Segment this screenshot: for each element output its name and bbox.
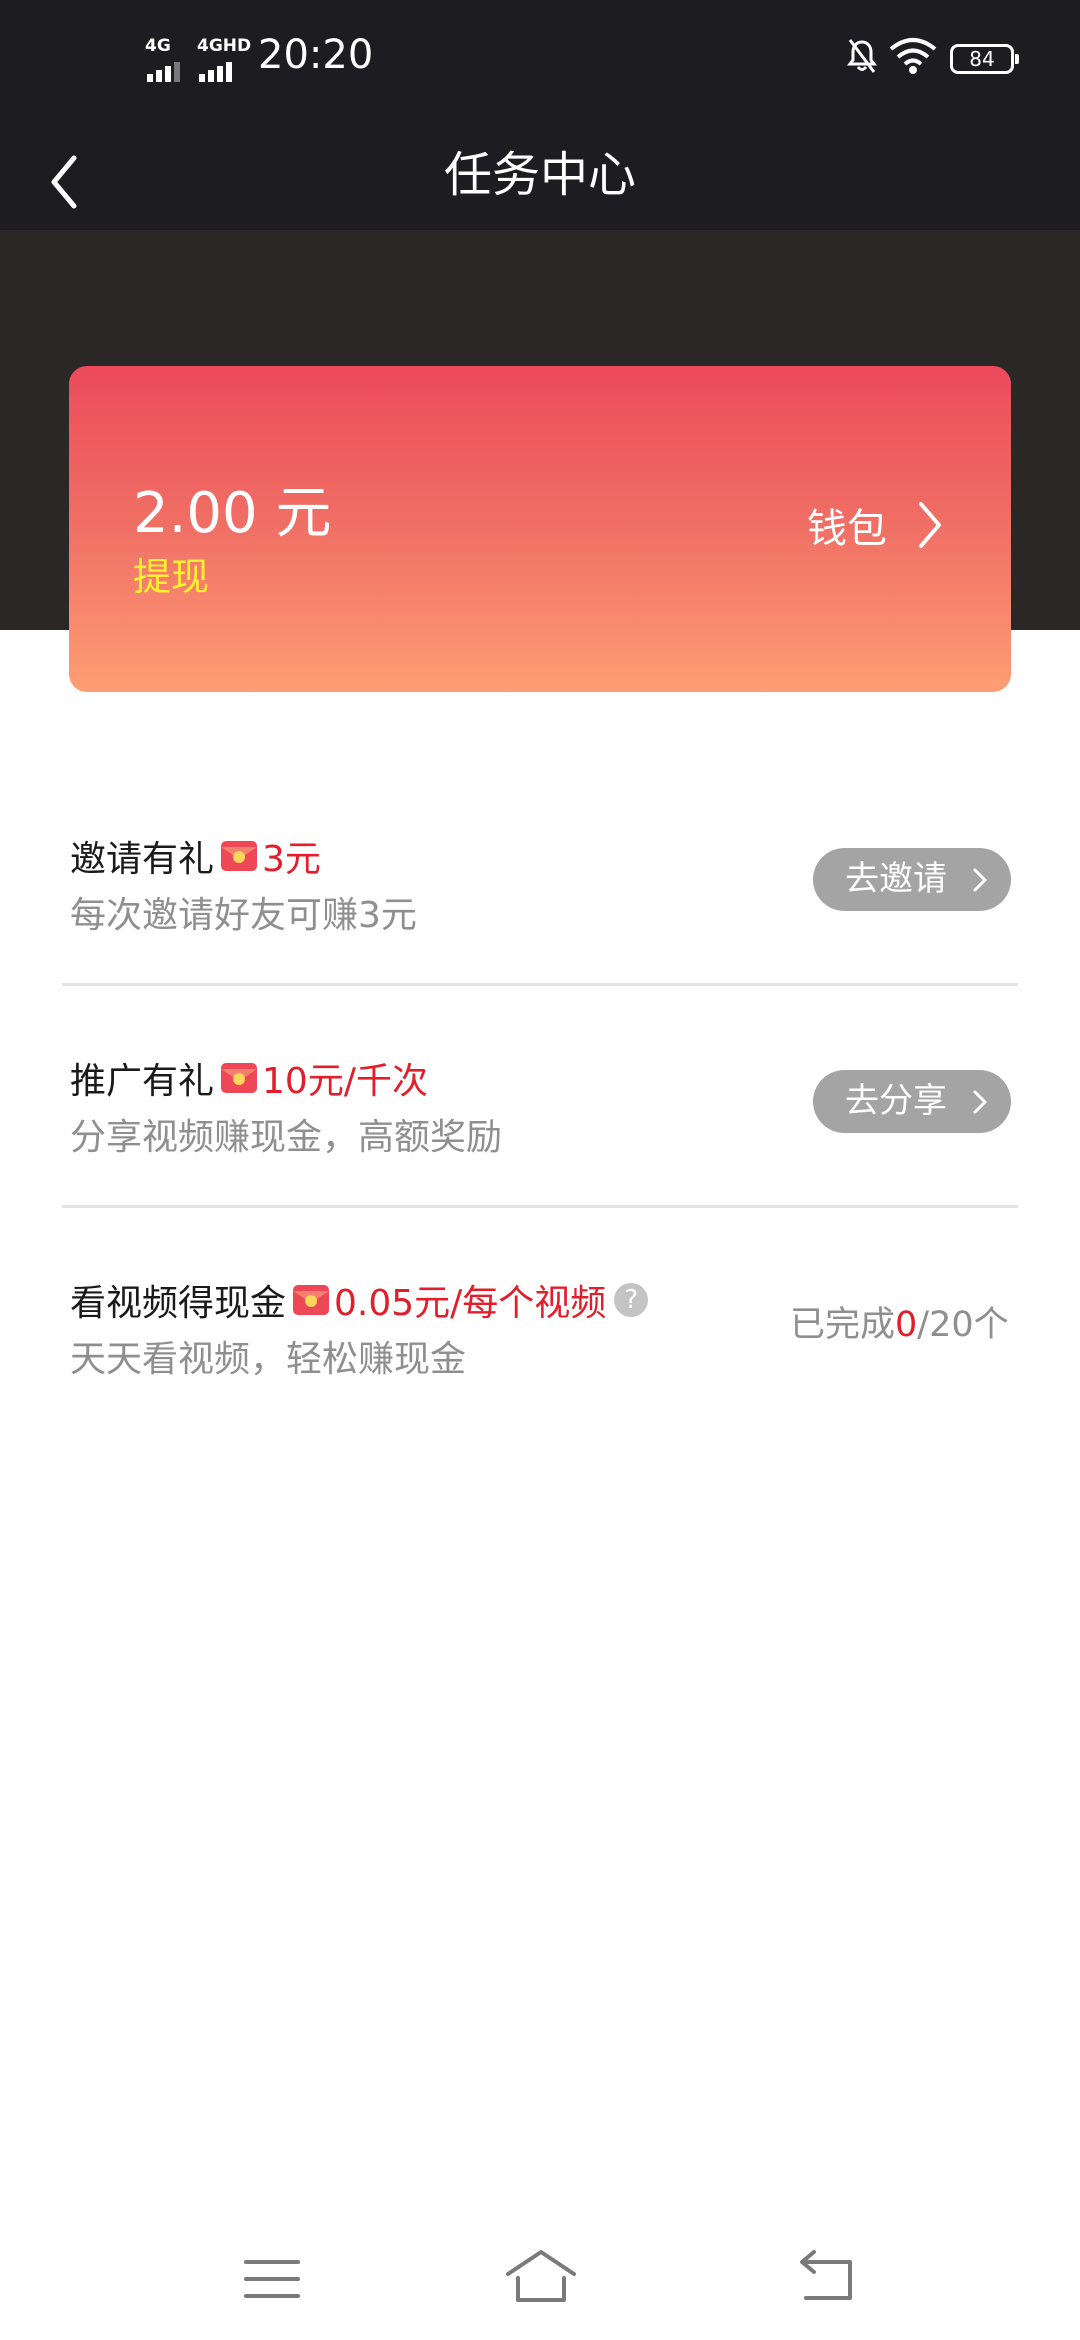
divider <box>62 1205 1018 1208</box>
task-description: 天天看视频，轻松赚现金 <box>70 1339 467 1380</box>
battery-indicator: 84 <box>950 44 1019 74</box>
divider <box>62 983 1018 986</box>
question-circle-icon[interactable]: ? <box>614 1283 649 1317</box>
share-button[interactable]: 去分享 <box>813 1070 1011 1133</box>
chevron-right-icon[interactable] <box>915 498 945 552</box>
balance-amount: 2.00 元 <box>133 481 332 546</box>
network-type-label: 4G <box>145 36 171 56</box>
menu-icon[interactable] <box>244 2256 300 2302</box>
task-description: 分享视频赚现金，高额奖励 <box>70 1117 503 1158</box>
invite-button-label: 去邀请 <box>845 859 947 899</box>
task-reward: 0.05元/每个视频 <box>334 1283 607 1324</box>
task-promote: 推广有礼 10元/千次 分享视频赚现金，高额奖励 去分享 <box>0 1052 1080 1202</box>
task-description: 每次邀请好友可赚3元 <box>70 895 417 936</box>
network-type-label: 4GHD <box>197 36 252 56</box>
task-title: 推广有礼 <box>70 1061 215 1102</box>
task-title-row: 推广有礼 10元/千次 <box>70 1052 428 1104</box>
status-time: 20:20 <box>258 32 374 78</box>
back-icon[interactable] <box>796 2250 854 2302</box>
system-navigation-bar <box>0 2220 1080 2340</box>
wallet-link[interactable]: 钱包 <box>807 496 887 554</box>
share-button-label: 去分享 <box>845 1081 947 1121</box>
task-title: 邀请有礼 <box>70 839 215 880</box>
task-title-row: 邀请有礼 3元 <box>70 830 321 882</box>
chevron-right-icon <box>973 1090 987 1114</box>
task-progress: 已完成0/20个 <box>790 1296 1009 1347</box>
header-bar: 任务中心 <box>0 120 1080 230</box>
chevron-right-icon <box>973 868 987 892</box>
wifi-icon <box>889 38 937 74</box>
wallet-card: 2.00 元 提现 钱包 <box>69 366 1011 692</box>
progress-prefix: 已完成 <box>790 1305 896 1345</box>
progress-done: 0 <box>895 1305 918 1345</box>
red-envelope-icon <box>221 1063 258 1093</box>
status-bar: 4G 4GHD 20:20 84 <box>0 0 1080 120</box>
task-invite: 邀请有礼 3元 每次邀请好友可赚3元 去邀请 <box>0 830 1080 980</box>
home-icon[interactable] <box>504 2248 578 2304</box>
task-reward: 10元/千次 <box>262 1061 428 1102</box>
task-title-row: 看视频得现金 0.05元/每个视频 ? <box>70 1274 649 1326</box>
red-envelope-icon <box>293 1285 330 1315</box>
red-envelope-icon <box>221 841 258 871</box>
page-title: 任务中心 <box>443 147 636 203</box>
task-title: 看视频得现金 <box>70 1283 287 1324</box>
progress-total: /20个 <box>917 1305 1009 1345</box>
task-reward: 3元 <box>262 839 321 880</box>
invite-button[interactable]: 去邀请 <box>813 848 1011 911</box>
bell-muted-icon <box>847 39 877 73</box>
withdraw-link[interactable]: 提现 <box>133 546 209 601</box>
